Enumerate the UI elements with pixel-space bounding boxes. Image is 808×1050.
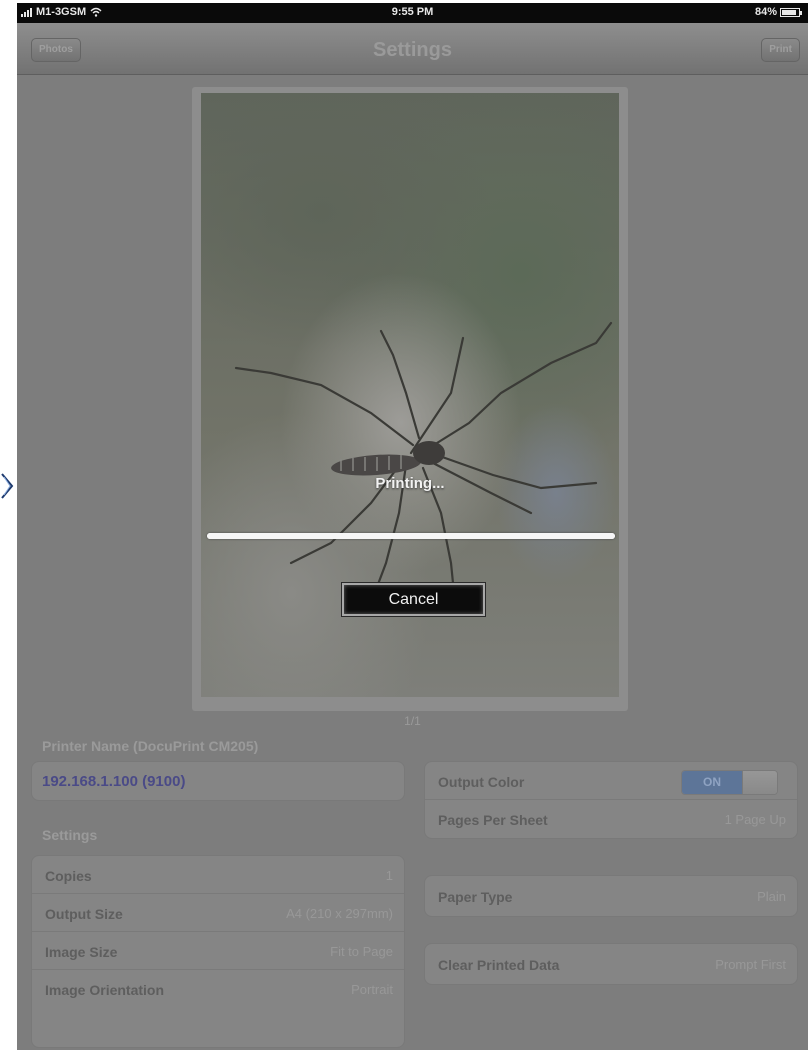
image-size-label: Image Size bbox=[45, 944, 118, 960]
preview-photo: Printing... Cancel bbox=[201, 93, 619, 697]
clear-printed-data-row[interactable]: Clear Printed Data Prompt First bbox=[425, 944, 797, 984]
paper-type-value: Plain bbox=[757, 889, 786, 904]
output-size-label: Output Size bbox=[45, 906, 123, 922]
output-color-row: Output Color ON bbox=[425, 762, 797, 800]
toggle-knob bbox=[742, 771, 777, 794]
arrow-right-icon bbox=[1, 473, 14, 499]
print-progress-bar bbox=[207, 533, 615, 539]
printer-address-row[interactable]: 192.168.1.100 (9100) bbox=[32, 762, 404, 800]
battery-percent: 84% bbox=[754, 6, 777, 18]
copies-row[interactable]: Copies 1 bbox=[32, 856, 404, 894]
settings-group: Copies 1 Output Size A4 (210 x 297mm) Im… bbox=[31, 855, 405, 1048]
page-indicator: 1/1 bbox=[404, 714, 421, 728]
copies-label: Copies bbox=[45, 868, 92, 884]
image-orientation-value: Portrait bbox=[351, 982, 393, 997]
battery-icon bbox=[780, 7, 802, 17]
output-color-toggle[interactable]: ON bbox=[681, 770, 778, 795]
toggle-on-label: ON bbox=[682, 771, 742, 794]
image-orientation-label: Image Orientation bbox=[45, 982, 165, 998]
print-button[interactable]: Print bbox=[761, 38, 800, 62]
settings-header: Settings bbox=[42, 827, 98, 843]
image-size-value: Fit to Page bbox=[330, 944, 393, 959]
page-title: Settings bbox=[373, 39, 452, 61]
image-orientation-row[interactable]: Image Orientation Portrait bbox=[32, 970, 404, 1008]
navigation-bar: Photos Settings Print bbox=[17, 23, 808, 75]
color-settings-group: Output Color ON Pages Per Sheet 1 Page U… bbox=[424, 761, 798, 839]
image-size-row[interactable]: Image Size Fit to Page bbox=[32, 932, 404, 970]
printer-address-group: 192.168.1.100 (9100) bbox=[31, 761, 405, 801]
clear-printed-data-label: Clear Printed Data bbox=[438, 957, 560, 973]
output-color-label: Output Color bbox=[438, 774, 525, 790]
clear-printed-data-value: Prompt First bbox=[715, 957, 786, 972]
print-progress-fill bbox=[207, 533, 615, 539]
paper-type-row[interactable]: Paper Type Plain bbox=[425, 876, 797, 916]
copies-value: 1 bbox=[385, 868, 393, 883]
paper-type-label: Paper Type bbox=[438, 889, 513, 905]
clear-data-group: Clear Printed Data Prompt First bbox=[424, 943, 798, 985]
battery-area: 84% bbox=[754, 6, 802, 18]
cancel-button[interactable]: Cancel bbox=[341, 582, 486, 617]
print-preview-frame: Printing... Cancel bbox=[192, 87, 628, 711]
clock: 9:55 PM bbox=[391, 6, 434, 18]
status-bar: M1-3GSM 9:55 PM 84% bbox=[17, 3, 808, 23]
output-size-row[interactable]: Output Size A4 (210 x 297mm) bbox=[32, 894, 404, 932]
pages-per-sheet-row[interactable]: Pages Per Sheet 1 Page Up bbox=[425, 800, 797, 838]
pages-per-sheet-value: 1 Page Up bbox=[724, 812, 786, 827]
device-screen: M1-3GSM 9:55 PM 84% Photos Settings Prin… bbox=[17, 3, 808, 1050]
printing-status: Printing... bbox=[375, 475, 445, 492]
printer-address: 192.168.1.100 (9100) bbox=[42, 773, 186, 790]
printer-name-header: Printer Name (DocuPrint CM205) bbox=[42, 738, 259, 754]
output-size-value: A4 (210 x 297mm) bbox=[286, 906, 393, 921]
paper-type-group: Paper Type Plain bbox=[424, 875, 798, 917]
pages-per-sheet-label: Pages Per Sheet bbox=[438, 812, 548, 828]
